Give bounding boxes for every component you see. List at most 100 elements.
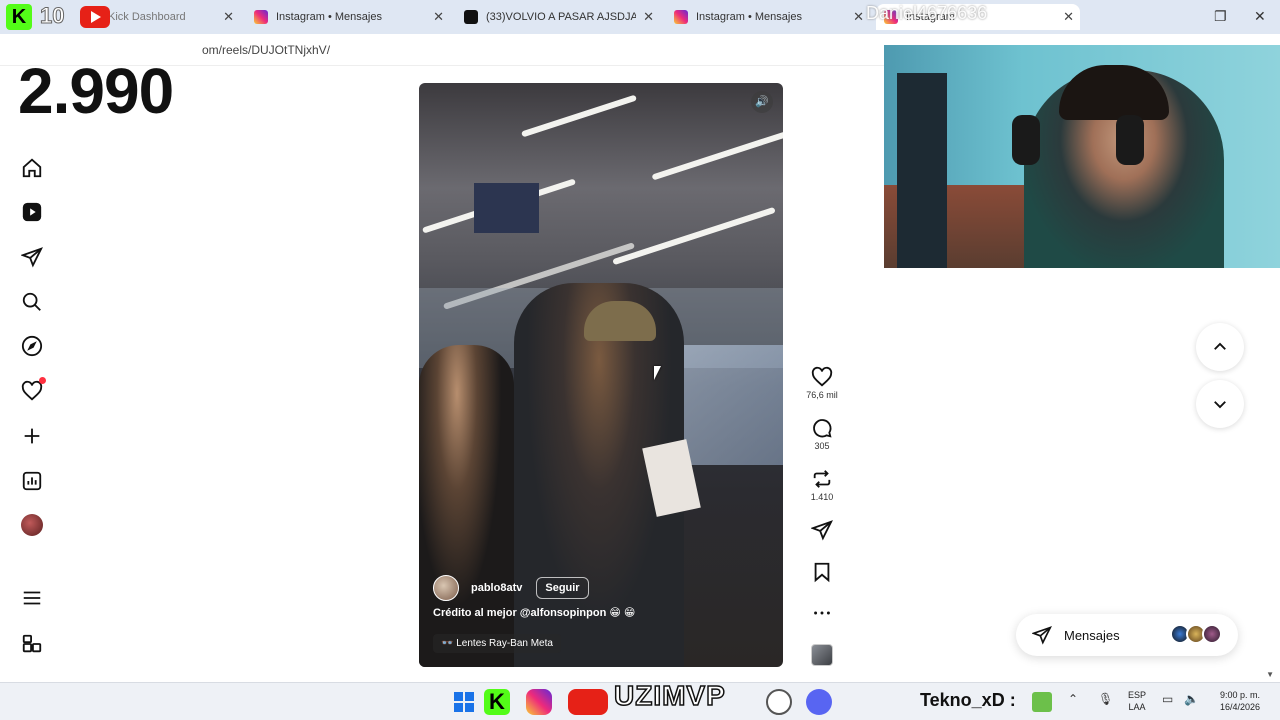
tab-label: Instagram • Mensajes (276, 11, 382, 23)
nav-notifications[interactable] (20, 377, 46, 403)
close-icon[interactable]: ✕ (643, 9, 654, 25)
close-icon[interactable]: ✕ (223, 9, 234, 25)
nav-create[interactable] (20, 424, 44, 448)
tab-label: (33)VOLVIO A PASAR AJSDJAS (486, 11, 636, 23)
comment-count: 305 (814, 441, 830, 451)
input-language[interactable]: ESP LAA (1124, 689, 1150, 713)
network-icon[interactable]: ▭ (1162, 692, 1173, 706)
product-tag[interactable]: 👓 Lentes Ray-Ban Meta (433, 634, 561, 653)
chevron-up-icon (1214, 342, 1226, 350)
like-action[interactable]: 76,6 mil (806, 366, 838, 400)
tab-instagram-mensajes-1[interactable]: Instagram • Mensajes ✕ (246, 4, 450, 30)
nav-search[interactable] (20, 290, 44, 314)
search-icon (22, 292, 41, 311)
ceiling-light (651, 131, 783, 181)
more-menu-icon (23, 591, 41, 605)
close-icon[interactable]: ✕ (1063, 9, 1074, 25)
author-avatar[interactable] (433, 575, 459, 601)
more-options-action[interactable] (808, 602, 836, 624)
reel-author: pablo8atv Seguir (433, 575, 589, 601)
save-action[interactable] (808, 561, 836, 583)
close-icon[interactable]: ✕ (853, 9, 864, 25)
close-icon[interactable]: ✕ (433, 9, 444, 25)
follower-counter: 2.990 (18, 55, 174, 127)
previous-reel-button[interactable] (1196, 323, 1244, 371)
overlay-username: Daniel4676636 (866, 3, 988, 23)
volume-icon[interactable]: 🔈 (1184, 692, 1199, 706)
next-reel-button[interactable] (1196, 380, 1244, 428)
instagram-icon (254, 10, 268, 24)
obs-app-icon[interactable] (766, 689, 792, 715)
restore-icon[interactable]: ❐ (1214, 8, 1227, 25)
messages-button[interactable]: Mensajes (1016, 614, 1238, 656)
repost-icon (813, 470, 831, 488)
messages-icon (1032, 626, 1052, 645)
messages-label: Mensajes (1064, 627, 1120, 643)
tiktok-icon (464, 10, 478, 24)
share-action[interactable] (808, 519, 836, 541)
nav-reels[interactable] (20, 200, 44, 224)
person-cap (584, 301, 656, 341)
microphone-icon[interactable]: 🎙 (1098, 692, 1113, 706)
tray-overflow-icon[interactable]: ⌃ (1068, 692, 1078, 706)
reels-icon (22, 202, 42, 222)
nav-more[interactable] (20, 586, 44, 610)
repost-action[interactable]: 1.410 (808, 468, 836, 502)
keyboard-layout: LAA (1128, 702, 1146, 712)
clock[interactable]: 9:00 p. m. 16/4/2026 (1208, 689, 1272, 713)
nav-home[interactable] (20, 156, 44, 180)
author-name[interactable]: pablo8atv (471, 582, 522, 594)
explore-icon (21, 335, 43, 357)
reel-video[interactable]: 🔊 pablo8atv Seguir Crédito al mejor @alf… (419, 83, 783, 667)
nav-also-from-meta[interactable] (20, 632, 44, 656)
message-avatars (1170, 624, 1222, 644)
nav-messages[interactable] (20, 245, 44, 269)
streamer-tag: Tekno_xD : (920, 690, 1016, 710)
window-close-icon[interactable]: ✕ (1254, 8, 1266, 25)
bookmark-icon (814, 562, 830, 583)
kick-app-icon[interactable]: K (484, 689, 510, 715)
discord-app-icon[interactable] (806, 689, 832, 715)
nav-profile[interactable] (20, 513, 44, 537)
comment-action[interactable]: 305 (808, 417, 836, 451)
youtube-app-icon[interactable] (568, 689, 608, 715)
create-icon (24, 428, 40, 444)
also-from-meta-icon (22, 634, 42, 653)
viewer-count: 10 (39, 3, 65, 29)
tab-label: Instagram • Mensajes (696, 11, 802, 23)
nav-dashboard[interactable] (20, 469, 44, 493)
instagram-app-icon[interactable] (526, 689, 552, 715)
chevron-down-icon (1214, 401, 1226, 409)
repost-count: 1.410 (810, 492, 834, 502)
store-screen (474, 183, 539, 233)
tab-tiktok[interactable]: (33)VOLVIO A PASAR AJSDJAS ✕ (456, 4, 660, 30)
clock-date: 16/4/2026 (1219, 702, 1261, 712)
url-text[interactable]: om/reels/DUJOtTNjxhV/ (202, 43, 330, 57)
clock-time: 9:00 p. m. (1219, 690, 1261, 700)
nav-explore[interactable] (20, 334, 44, 358)
ceiling-light (521, 94, 637, 138)
notification-dot (39, 377, 46, 384)
kick-logo-icon: K (6, 4, 32, 30)
instagram-sidebar (0, 140, 64, 680)
browser-tab-bar: Kick Dashboard ✕ Instagram • Mensajes ✕ … (0, 0, 1280, 34)
audio-thumbnail[interactable] (811, 644, 833, 666)
language-code: ESP (1127, 690, 1146, 700)
sound-icon[interactable]: 🔊 (751, 91, 773, 113)
comment-icon (813, 419, 832, 438)
scrollbar-arrow-icon[interactable]: ▼ (1266, 670, 1274, 679)
tray-app-icon[interactable] (1032, 692, 1052, 712)
avatar (1202, 624, 1222, 644)
ceiling-light (612, 206, 776, 266)
webcam-door (897, 73, 947, 268)
stream-overlay-viewers: K 10 (0, 0, 120, 34)
tab-instagram-mensajes-2[interactable]: Instagram • Mensajes ✕ (666, 4, 870, 30)
follow-button[interactable]: Seguir (536, 577, 589, 599)
profile-avatar (21, 514, 43, 536)
screen: Kick Dashboard ✕ Instagram • Mensajes ✕ … (0, 0, 1280, 720)
heart-icon (811, 366, 833, 387)
like-count: 76,6 mil (806, 390, 838, 400)
webcam-overlay (884, 45, 1280, 268)
messages-icon (21, 247, 43, 268)
windows-start-icon[interactable] (454, 692, 474, 712)
